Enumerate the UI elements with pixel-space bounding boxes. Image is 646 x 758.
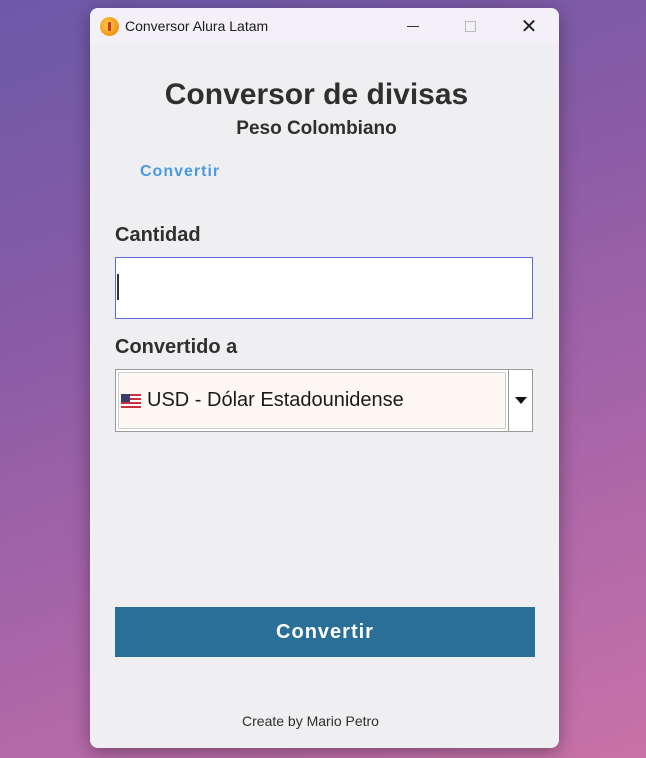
minimize-icon	[407, 26, 419, 27]
close-button[interactable]: ✕	[506, 8, 552, 45]
convert-link[interactable]: Convertir	[140, 163, 220, 181]
triangle-down-icon	[514, 397, 527, 404]
app-icon	[100, 17, 119, 36]
maximize-button[interactable]	[447, 8, 493, 45]
app-window: Conversor Alura Latam ✕ Conversor de div…	[90, 8, 559, 748]
minimize-button[interactable]	[390, 8, 436, 45]
selected-currency[interactable]: USD - Dólar Estadounidense	[118, 372, 506, 429]
selected-currency-text: USD - Dólar Estadounidense	[147, 389, 404, 411]
page-title: Conversor de divisas	[164, 78, 469, 111]
window-title: Conversor Alura Latam	[125, 18, 269, 34]
us-flag-icon	[121, 393, 141, 408]
amount-label: Cantidad	[115, 224, 201, 246]
target-currency-label: Convertido a	[115, 336, 238, 358]
convert-button[interactable]: Convertir	[115, 607, 535, 657]
page-subtitle: Peso Colombiano	[236, 118, 397, 139]
dropdown-button[interactable]	[508, 370, 532, 431]
close-icon: ✕	[520, 15, 538, 38]
target-currency-select[interactable]: USD - Dólar Estadounidense	[115, 369, 533, 432]
amount-input[interactable]	[115, 257, 533, 319]
footer-credit: Create by Mario Petro	[242, 713, 379, 729]
title-bar[interactable]: Conversor Alura Latam ✕	[90, 8, 559, 45]
maximize-icon	[464, 21, 476, 32]
text-caret	[117, 274, 119, 300]
